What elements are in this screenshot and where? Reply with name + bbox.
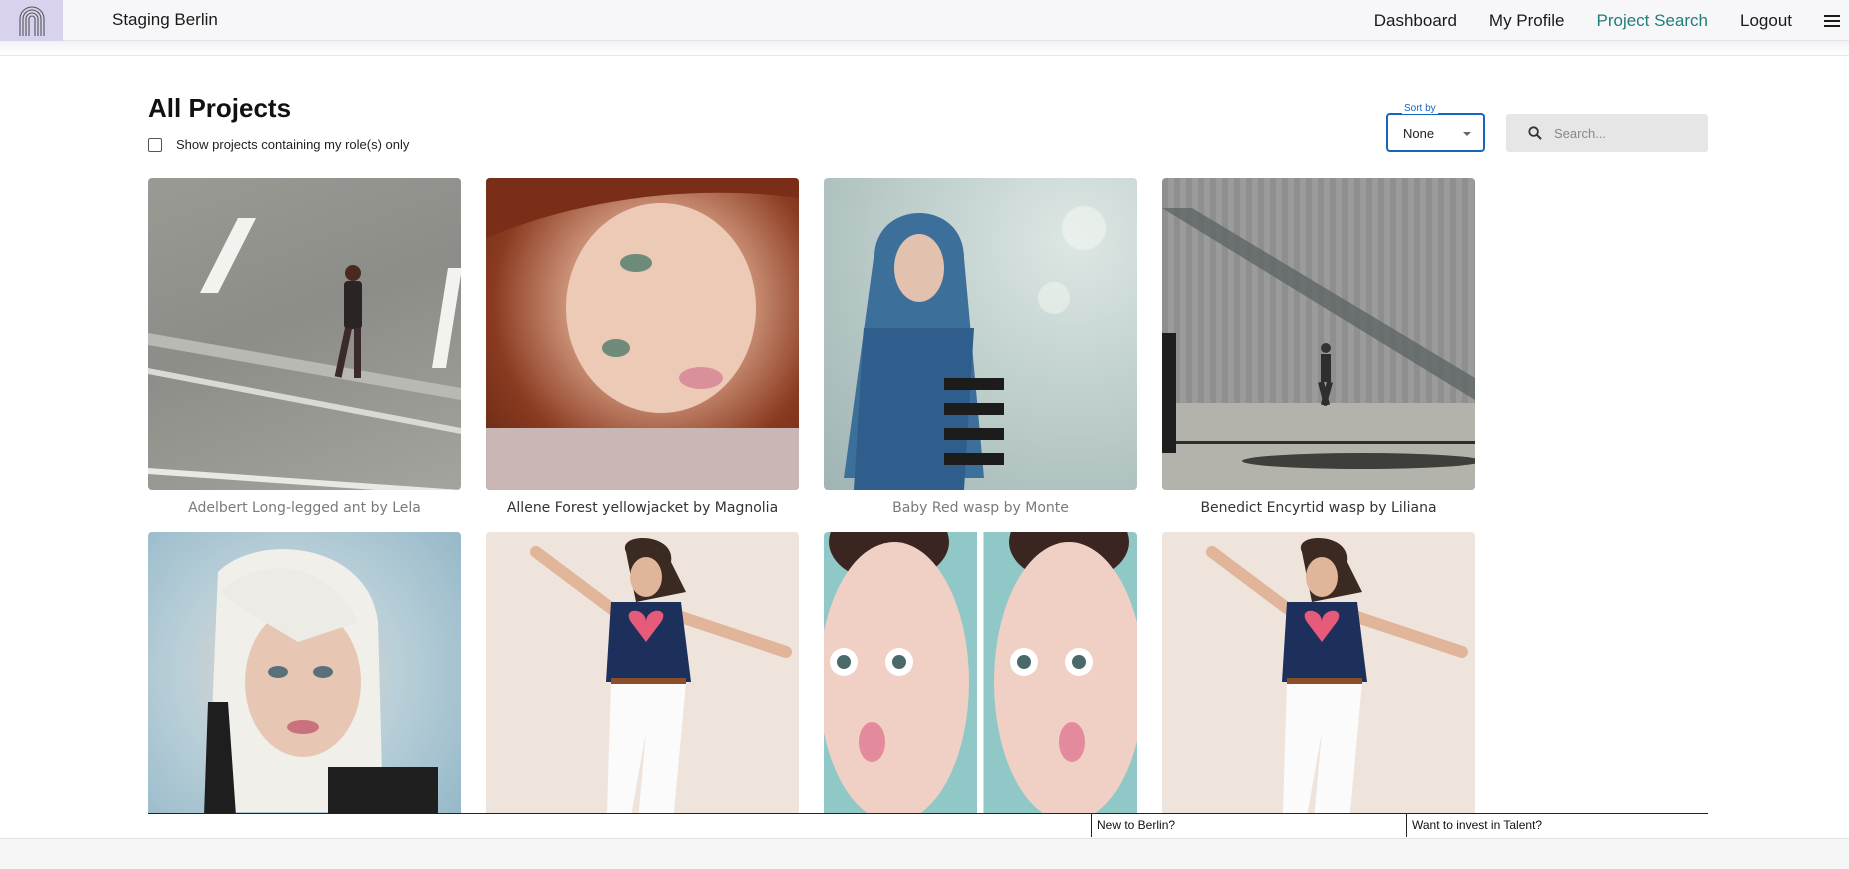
bottom-strip xyxy=(0,838,1849,869)
project-card[interactable] xyxy=(486,532,799,813)
project-image[interactable] xyxy=(148,532,461,813)
project-image[interactable] xyxy=(824,178,1137,490)
role-filter-label[interactable]: Show projects containing my role(s) only xyxy=(176,137,409,152)
project-card[interactable] xyxy=(148,532,461,813)
nav-logout[interactable]: Logout xyxy=(1740,11,1792,31)
footer-new-to-berlin[interactable]: New to Berlin? xyxy=(1091,813,1406,837)
project-caption[interactable]: Allene Forest yellowjacket by Magnolia xyxy=(486,500,799,516)
sort-value: None xyxy=(1403,126,1435,141)
hamburger-menu-icon[interactable] xyxy=(1824,14,1840,27)
search-icon xyxy=(1528,126,1542,140)
caret-down-icon xyxy=(1463,132,1471,136)
search-field[interactable] xyxy=(1506,114,1708,152)
project-grid: Adelbert Long-legged ant by Lela Allene … xyxy=(148,178,1708,813)
nav-project-search[interactable]: Project Search xyxy=(1597,11,1709,31)
project-card[interactable]: Benedict Encyrtid wasp by Liliana xyxy=(1162,178,1475,516)
top-navigation-bar: Staging Berlin Dashboard My Profile Proj… xyxy=(0,0,1849,41)
role-filter-checkbox[interactable] xyxy=(148,137,162,152)
role-filter: Show projects containing my role(s) only xyxy=(148,137,409,152)
nav-dashboard[interactable]: Dashboard xyxy=(1374,11,1457,31)
app-title[interactable]: Staging Berlin xyxy=(112,10,218,30)
project-image[interactable] xyxy=(1162,178,1475,490)
project-card[interactable]: Adelbert Long-legged ant by Lela xyxy=(148,178,461,516)
project-caption[interactable]: Baby Red wasp by Monte xyxy=(824,500,1137,516)
nav-my-profile[interactable]: My Profile xyxy=(1489,11,1565,31)
project-image[interactable] xyxy=(1162,532,1475,813)
footer-invest-in-talent[interactable]: Want to invest in Talent? xyxy=(1406,813,1708,837)
page-title: All Projects xyxy=(148,93,292,123)
project-card[interactable]: Baby Red wasp by Monte xyxy=(824,178,1137,516)
project-image[interactable] xyxy=(486,178,799,490)
nav-shadow xyxy=(0,41,1849,56)
project-card[interactable] xyxy=(824,532,1137,813)
main-nav: Dashboard My Profile Project Search Logo… xyxy=(1374,0,1849,41)
project-caption[interactable]: Adelbert Long-legged ant by Lela xyxy=(148,500,461,516)
project-image[interactable] xyxy=(148,178,461,490)
sort-select[interactable]: None xyxy=(1386,113,1485,152)
sort-legend: Sort by xyxy=(1402,103,1438,114)
search-input[interactable] xyxy=(1554,125,1694,141)
project-image[interactable] xyxy=(824,532,1137,813)
project-caption[interactable]: Benedict Encyrtid wasp by Liliana xyxy=(1162,500,1475,516)
project-image[interactable] xyxy=(486,532,799,813)
project-card[interactable]: Allene Forest yellowjacket by Magnolia xyxy=(486,178,799,516)
arch-logo-icon[interactable] xyxy=(0,0,63,41)
project-card[interactable] xyxy=(1162,532,1475,813)
